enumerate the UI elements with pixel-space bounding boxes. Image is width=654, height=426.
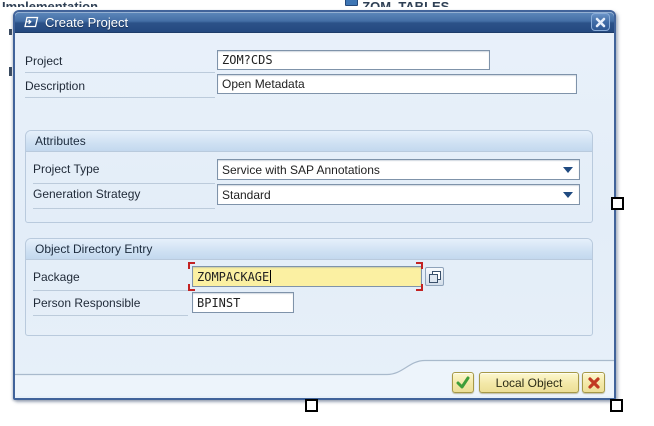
local-object-button[interactable]: Local Object (479, 372, 579, 393)
object-directory-group-header: Object Directory Entry (26, 239, 592, 260)
package-value: ZOMPACKAGE (197, 270, 269, 284)
close-button[interactable] (591, 13, 610, 31)
dialog-titlebar[interactable]: Create Project (15, 12, 614, 33)
red-cross-icon (588, 377, 600, 389)
create-dialog-icon (22, 15, 39, 29)
required-bracket (416, 262, 423, 269)
generation-strategy-value: Standard (222, 188, 271, 202)
chevron-down-icon (563, 192, 573, 198)
description-value: Open Metadata (222, 77, 305, 91)
attributes-group: Attributes Project Type Service with SAP… (25, 130, 593, 223)
row-divider (33, 183, 215, 184)
selection-handle-right-middle[interactable] (611, 197, 624, 210)
background-clipped-text-left: Implementation (2, 0, 132, 7)
local-object-label: Local Object (496, 376, 563, 390)
description-input[interactable]: Open Metadata (217, 74, 577, 94)
package-label: Package (33, 270, 183, 284)
row-divider (25, 97, 215, 98)
cancel-button[interactable] (582, 372, 605, 393)
row-divider (25, 72, 215, 73)
background-text: ZOM_TABLES (362, 0, 449, 7)
selection-handle-bottom-right[interactable] (610, 399, 623, 412)
package-value-help-button[interactable] (425, 267, 444, 286)
attributes-group-title: Attributes (35, 134, 86, 148)
generation-strategy-dropdown[interactable]: Standard (217, 184, 580, 205)
project-value: ZOM?CDS (222, 53, 273, 67)
create-project-dialog: Create Project Project ZOM?CDS Descripti… (13, 10, 616, 400)
project-label: Project (25, 54, 205, 68)
project-type-dropdown[interactable]: Service with SAP Annotations (217, 159, 580, 180)
description-label: Description (25, 79, 205, 93)
object-directory-group-title: Object Directory Entry (35, 242, 152, 256)
chevron-down-icon (563, 167, 573, 173)
green-check-icon (456, 376, 470, 389)
required-bracket (188, 284, 195, 291)
confirm-button[interactable] (452, 372, 474, 393)
background-remnant (9, 67, 12, 76)
project-type-value: Service with SAP Annotations (222, 163, 380, 177)
text-cursor (270, 270, 271, 283)
row-divider (33, 290, 188, 291)
attributes-group-header: Attributes (26, 131, 592, 152)
table-icon (345, 0, 358, 6)
close-icon (595, 17, 606, 28)
object-directory-group: Object Directory Entry Package ZOMPACKAG… (25, 238, 593, 336)
row-divider (33, 315, 188, 316)
required-bracket (416, 284, 423, 291)
person-responsible-label: Person Responsible (33, 296, 183, 310)
tree-bullet: ▪ (338, 3, 341, 7)
selection-handle-bottom-center[interactable] (305, 399, 318, 412)
dialog-title: Create Project (45, 15, 128, 30)
generation-strategy-label: Generation Strategy (33, 187, 203, 201)
person-responsible-input[interactable]: BPINST (192, 292, 294, 313)
background-text: Implementation (2, 0, 98, 7)
project-input[interactable]: ZOM?CDS (217, 50, 490, 70)
background-clipped-text-right: ▪ ZOM_TABLES (338, 0, 498, 7)
person-responsible-value: BPINST (197, 296, 240, 310)
matchcode-icon (429, 271, 441, 283)
package-input[interactable]: ZOMPACKAGE (192, 266, 422, 287)
screen: Implementation ▪ ZOM_TABLES Create Projec… (0, 0, 654, 426)
row-divider (33, 208, 215, 209)
required-bracket (188, 262, 195, 269)
project-type-label: Project Type (33, 162, 203, 176)
background-remnant (9, 29, 12, 35)
